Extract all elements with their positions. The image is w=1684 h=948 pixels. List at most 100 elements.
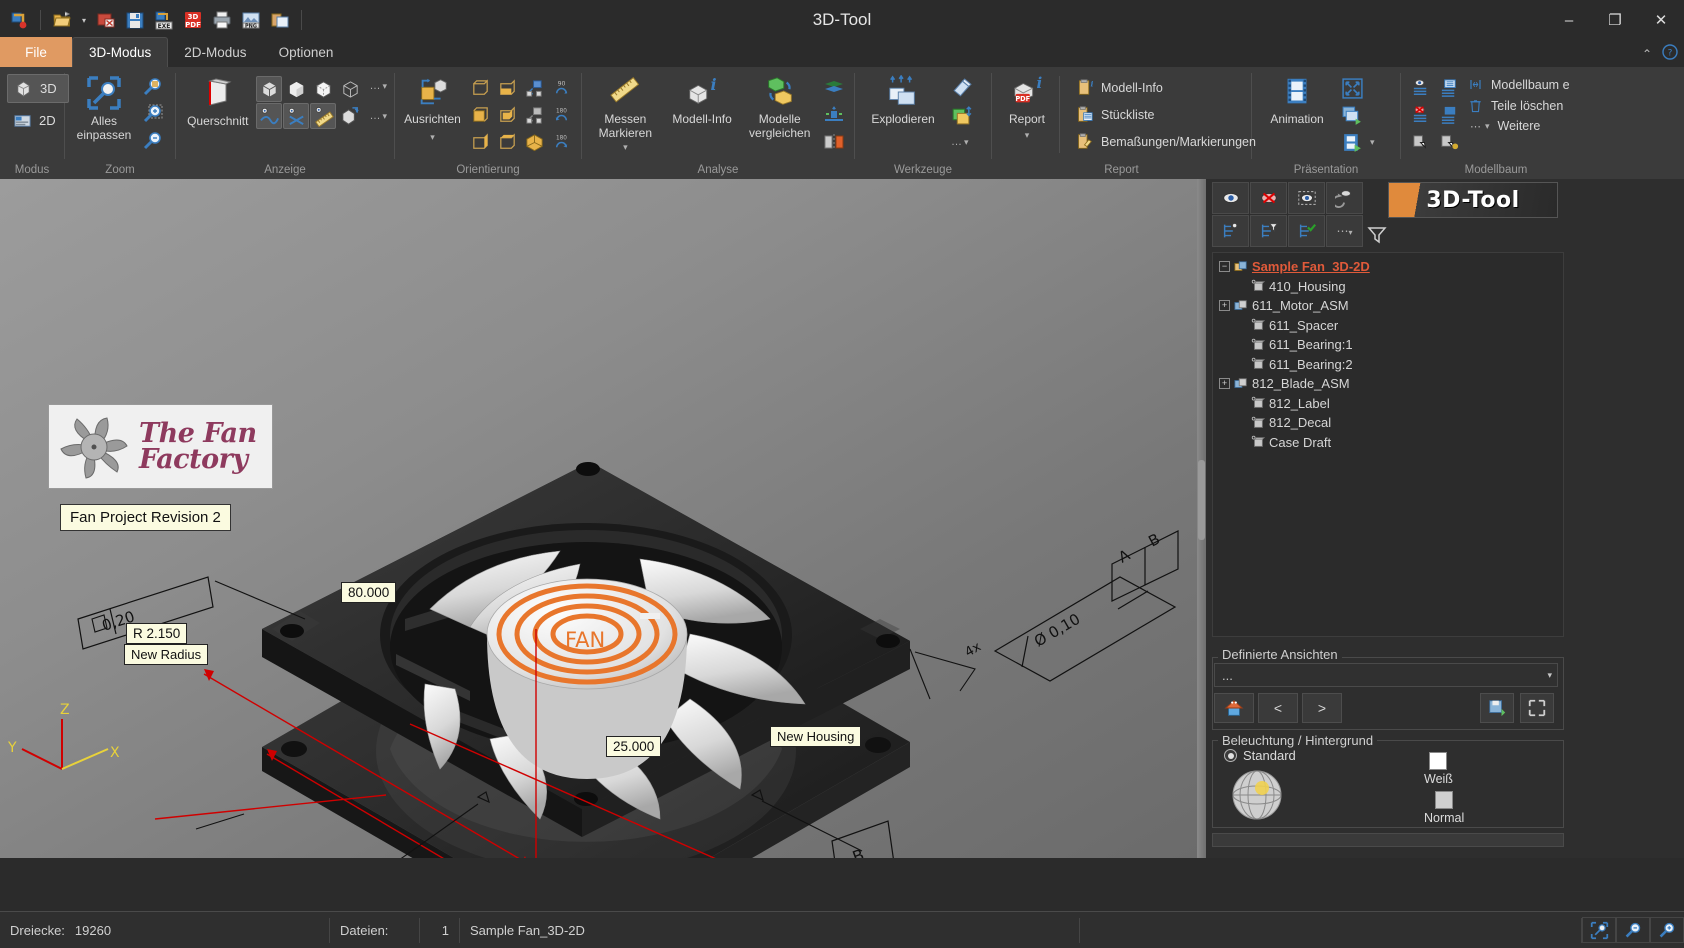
tree-node-410-housing[interactable]: 410_Housing	[1213, 277, 1563, 297]
print-icon[interactable]	[209, 7, 235, 33]
export-pdf-icon[interactable]: 3D PDF	[180, 7, 206, 33]
report-bemassungen-item[interactable]: Bemaßungen/Markierungen	[1068, 130, 1264, 153]
view-save-button[interactable]	[1480, 693, 1514, 723]
ausrichten-dropdown-caret[interactable]: ▾	[430, 132, 435, 143]
anzeige-more-1[interactable]: … ▾	[369, 80, 387, 92]
fit-all-button[interactable]: Alles einpassen	[72, 72, 136, 145]
new-icon[interactable]	[6, 7, 32, 33]
tree-filter-icon[interactable]	[1250, 215, 1287, 247]
open-dropdown-caret[interactable]: ▾	[78, 16, 90, 25]
tree-expander-blade[interactable]: +	[1219, 378, 1230, 389]
tree-node-812-blade-asm[interactable]: + 812_Blade_ASM	[1213, 374, 1563, 394]
view-iso-front-icon[interactable]	[521, 75, 547, 101]
werkzeuge-more[interactable]: … ▾	[948, 129, 974, 155]
chevron-down-icon-views[interactable]: ▾	[1547, 670, 1552, 681]
tree-highlight-icon[interactable]	[1436, 129, 1462, 155]
tree-node-611-motor-asm[interactable]: + 611_Motor_ASM	[1213, 296, 1563, 316]
tree-node-611-bearing-1[interactable]: 611_Bearing:1	[1213, 335, 1563, 355]
isolate-icon[interactable]	[1288, 182, 1325, 214]
bg-white-option[interactable]: Weiß	[1424, 752, 1453, 786]
record-video-icon[interactable]	[1339, 129, 1365, 155]
globe-light-icon[interactable]	[1230, 768, 1284, 827]
view-bottom-icon[interactable]	[494, 129, 520, 155]
modellbaum-collapse-item[interactable]: Modellbaum e	[1464, 75, 1574, 94]
zoom-in-icon[interactable]	[140, 101, 166, 127]
view-iso-back-icon[interactable]	[521, 102, 547, 128]
ausrichten-button[interactable]: Ausrichten ▾	[402, 72, 463, 146]
save-icon[interactable]	[122, 7, 148, 33]
report-modell-info-item[interactable]: i Modell-Info	[1068, 76, 1264, 99]
fit-all-status-icon[interactable]	[1582, 917, 1616, 943]
view-top-icon[interactable]	[494, 75, 520, 101]
view-next-button[interactable]: >	[1302, 693, 1342, 723]
tab-3d-modus[interactable]: 3D-Modus	[72, 37, 168, 67]
slides-icon[interactable]	[1339, 102, 1365, 128]
minimize-button[interactable]: –	[1546, 0, 1592, 40]
animation-button[interactable]: Animation	[1259, 72, 1335, 129]
export-png-icon[interactable]: PNG	[238, 7, 264, 33]
report-dropdown-caret[interactable]: ▾	[1025, 130, 1030, 141]
tab-2d-modus[interactable]: 2D-Modus	[168, 37, 262, 67]
report-button[interactable]: i PDF Report ▾	[999, 72, 1055, 144]
zoom-window-icon[interactable]	[140, 74, 166, 100]
view-left-icon[interactable]	[467, 129, 493, 155]
tree-expander-motor[interactable]: +	[1219, 300, 1230, 311]
rotate-180-y-icon[interactable]: 180	[548, 129, 574, 155]
tree-node-case-draft[interactable]: Case Draft	[1213, 433, 1563, 453]
fullscreen-icon[interactable]	[1339, 75, 1365, 101]
close-file-icon[interactable]	[93, 7, 119, 33]
messen-markieren-button[interactable]: Messen Markieren ▾	[589, 72, 662, 156]
messen-dropdown-caret[interactable]: ▾	[623, 142, 628, 153]
tree-props-icon[interactable]	[1436, 102, 1462, 128]
view-front-icon[interactable]	[467, 75, 493, 101]
view-prev-button[interactable]: <	[1258, 693, 1298, 723]
defined-views-combo[interactable]: ... ▾	[1214, 663, 1558, 687]
bg-normal-swatch[interactable]	[1435, 791, 1453, 809]
shaded-icon[interactable]	[283, 76, 309, 102]
tree-check-icon[interactable]	[1288, 215, 1325, 247]
tree-node-812-label[interactable]: 812_Label	[1213, 394, 1563, 414]
tab-file[interactable]: File	[0, 37, 72, 67]
wireframe-icon[interactable]	[337, 76, 363, 102]
hidden-line-icon[interactable]	[310, 76, 336, 102]
tree-node-611-spacer[interactable]: 611_Spacer	[1213, 316, 1563, 336]
show-dimensions-icon[interactable]	[310, 103, 336, 129]
view-fit-button[interactable]	[1520, 693, 1554, 723]
tree-expander-root[interactable]: −	[1219, 261, 1230, 272]
report-stueckliste-item[interactable]: Stückliste	[1068, 103, 1264, 126]
open-icon[interactable]	[49, 7, 75, 33]
tree-node-611-bearing-2[interactable]: 611_Bearing:2	[1213, 355, 1563, 375]
viewport-scrollbar[interactable]	[1198, 460, 1205, 540]
help-icon[interactable]: ?	[1662, 44, 1678, 63]
zoom-in-status-icon[interactable]	[1650, 917, 1684, 943]
eye-show-icon[interactable]	[1212, 182, 1249, 214]
modelle-vergleichen-button[interactable]: Modelle vergleichen	[742, 72, 817, 143]
tree-more-icon[interactable]: ⋯▾	[1326, 215, 1363, 247]
render-options-icon[interactable]	[337, 103, 363, 129]
mode-2d-button[interactable]: 2D	[7, 107, 69, 134]
reset-visibility-icon[interactable]	[1326, 182, 1363, 214]
tree-show-icon[interactable]	[1408, 75, 1434, 101]
tree-list-icon[interactable]	[1436, 75, 1462, 101]
mode-3d-button[interactable]: 3D	[7, 74, 69, 103]
modellbaum-delete-item[interactable]: Teile löschen	[1464, 96, 1574, 115]
rotate-180-x-icon[interactable]: 180	[548, 102, 574, 128]
bg-normal-option[interactable]: Normal	[1424, 791, 1464, 825]
funnel-icon[interactable]	[1366, 224, 1388, 251]
model-tree[interactable]: − Sample Fan_3D-2D 410_Housing + 611_Mot…	[1212, 252, 1564, 637]
show-curves-icon[interactable]	[256, 103, 282, 129]
compare-diff-icon[interactable]	[821, 102, 847, 128]
zoom-out-icon[interactable]	[140, 128, 166, 154]
tree-node-root[interactable]: − Sample Fan_3D-2D	[1213, 257, 1563, 277]
lighting-standard-radio[interactable]: Standard	[1224, 748, 1296, 763]
zoom-out-status-icon[interactable]	[1616, 917, 1650, 943]
compare-overlay-icon[interactable]	[821, 75, 847, 101]
close-button[interactable]: ✕	[1638, 0, 1684, 40]
tree-node-812-decal[interactable]: 812_Decal	[1213, 413, 1563, 433]
export-exe-icon[interactable]: EXE	[151, 7, 177, 33]
transform-tool-icon[interactable]	[948, 102, 974, 128]
modell-info-button[interactable]: i Modell-Info	[666, 72, 739, 129]
eye-hide-icon[interactable]	[1250, 182, 1287, 214]
shaded-edges-icon[interactable]	[256, 76, 282, 102]
view-right-icon[interactable]	[467, 102, 493, 128]
